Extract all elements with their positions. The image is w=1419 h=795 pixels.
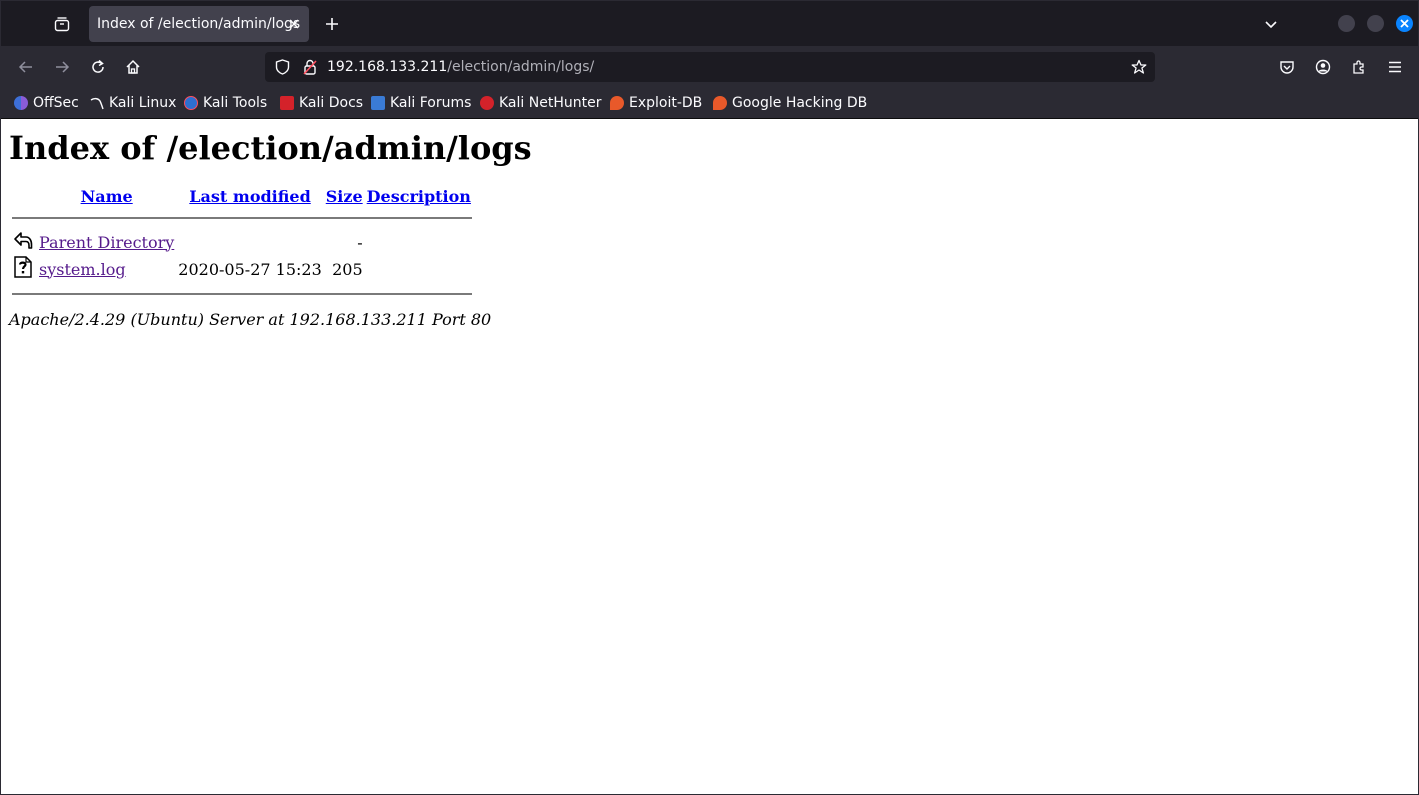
size-column-header: Size <box>325 187 364 206</box>
sort-by-name-link[interactable]: Name <box>81 187 133 206</box>
bookmark-star-icon[interactable] <box>1130 58 1148 76</box>
close-icon <box>1400 19 1409 28</box>
close-tab-icon[interactable] <box>285 15 303 33</box>
kali-nethunter-icon <box>480 96 494 110</box>
bookmark-label: Exploit-DB <box>629 95 703 111</box>
kali-tools-icon <box>184 96 198 110</box>
divider <box>12 293 472 295</box>
sort-by-size-link[interactable]: Size <box>326 187 363 206</box>
last-modified-column-header: Last modified <box>177 187 322 206</box>
bookmark-label: Kali Docs <box>299 95 364 111</box>
kali-dragon-icon <box>90 96 104 110</box>
bookmark-offsec[interactable]: OffSec <box>14 89 79 117</box>
directory-listing-table: Name Last modified Size Description Pare… <box>10 185 474 306</box>
forward-button[interactable] <box>52 57 72 77</box>
name-column-header: Name <box>38 187 175 206</box>
kali-forums-icon <box>371 96 385 110</box>
bookmark-label: Google Hacking DB <box>732 95 868 111</box>
system-log-file-link[interactable]: system.log <box>39 260 126 279</box>
bookmark-label: Kali Forums <box>390 95 472 111</box>
back-arrow-icon <box>14 232 33 249</box>
page-title: Index of /election/admin/logs <box>9 129 532 167</box>
sort-by-last-modified-link[interactable]: Last modified <box>189 187 310 206</box>
tab-active[interactable]: Index of /election/admin/logs <box>89 6 309 42</box>
reload-icon <box>92 59 104 73</box>
row-description-cell <box>366 230 472 254</box>
bookmark-label: Kali Linux <box>109 95 177 111</box>
row-size-cell: - <box>357 232 363 252</box>
separator-row <box>12 284 472 304</box>
address-bar[interactable]: 192.168.133.211/election/admin/logs/ <box>265 52 1155 82</box>
bookmark-kali-tools[interactable]: Kali Tools <box>184 89 267 117</box>
row-size-cell: 205 <box>332 259 363 279</box>
parent-directory-link[interactable]: Parent Directory <box>39 233 174 252</box>
browser-window: Index of /election/admin/logs 192.168.13… <box>0 0 1419 795</box>
kali-docs-icon <box>280 96 294 110</box>
url-host: 192.168.133.211 <box>327 59 448 75</box>
account-icon[interactable] <box>1313 57 1333 77</box>
maximize-button[interactable] <box>1367 15 1384 32</box>
url-text[interactable]: 192.168.133.211/election/admin/logs/ <box>327 52 594 82</box>
insecure-lock-icon[interactable] <box>301 58 319 76</box>
divider <box>12 217 472 219</box>
table-header-row: Name Last modified Size Description <box>12 187 472 206</box>
icon-column-header <box>12 187 36 206</box>
bookmark-kali-docs[interactable]: Kali Docs <box>280 89 363 117</box>
sort-by-description-link[interactable]: Description <box>367 187 471 206</box>
offsec-icon <box>14 96 28 110</box>
unknown-file-icon <box>14 256 32 278</box>
tracking-protection-shield-icon[interactable] <box>273 58 291 76</box>
bookmark-label: Kali NetHunter <box>499 95 602 111</box>
bookmark-label: OffSec <box>33 95 79 111</box>
bookmarks-toolbar: OffSec Kali Linux Kali Tools Kali Docs K… <box>1 89 1418 119</box>
extensions-puzzle-icon[interactable] <box>1349 57 1369 77</box>
bookmark-kali-linux[interactable]: Kali Linux <box>90 89 176 117</box>
bookmark-google-hacking-db[interactable]: Google Hacking DB <box>713 89 867 117</box>
table-row: system.log 2020-05-27 15:23 205 <box>12 256 472 282</box>
url-path: /election/admin/logs/ <box>447 59 595 75</box>
pocket-icon[interactable] <box>1277 57 1297 77</box>
row-description-cell <box>366 256 472 282</box>
menu-hamburger-icon[interactable] <box>1385 57 1405 77</box>
firefox-view-icon[interactable] <box>52 14 72 34</box>
bookmark-label: Kali Tools <box>203 95 268 111</box>
back-button[interactable] <box>16 57 36 77</box>
home-button[interactable] <box>123 57 143 77</box>
table-row: Parent Directory - <box>12 230 472 254</box>
exploit-db-icon <box>610 96 624 110</box>
new-tab-icon[interactable] <box>322 14 342 34</box>
minimize-button[interactable] <box>1338 15 1355 32</box>
description-column-header: Description <box>366 187 472 206</box>
google-hacking-db-icon <box>713 96 727 110</box>
navigation-toolbar: 192.168.133.211/election/admin/logs/ <box>1 46 1418 89</box>
page-content: Index of /election/admin/logs Name Last … <box>1 119 1418 794</box>
bookmark-exploit-db[interactable]: Exploit-DB <box>610 89 702 117</box>
close-window-button[interactable] <box>1396 15 1413 32</box>
row-modified-cell <box>177 230 322 254</box>
row-modified-cell: 2020-05-27 15:23 <box>178 259 322 279</box>
tab-strip: Index of /election/admin/logs <box>1 1 1418 46</box>
arrow-right-icon <box>56 61 70 73</box>
arrow-left-icon <box>18 61 32 73</box>
bookmark-kali-nethunter[interactable]: Kali NetHunter <box>480 89 601 117</box>
home-icon <box>126 59 140 74</box>
tab-title: Index of /election/admin/logs <box>97 16 301 32</box>
row-icon-cell <box>12 256 36 282</box>
row-name-cell: system.log <box>38 256 175 282</box>
separator-row <box>12 208 472 228</box>
list-tabs-chevron-down-icon[interactable] <box>1261 14 1281 34</box>
row-name-cell: Parent Directory <box>38 230 175 254</box>
reload-button[interactable] <box>88 57 108 77</box>
row-icon-cell <box>12 230 36 254</box>
server-signature: Apache/2.4.29 (Ubuntu) Server at 192.168… <box>9 310 492 329</box>
bookmark-kali-forums[interactable]: Kali Forums <box>371 89 471 117</box>
